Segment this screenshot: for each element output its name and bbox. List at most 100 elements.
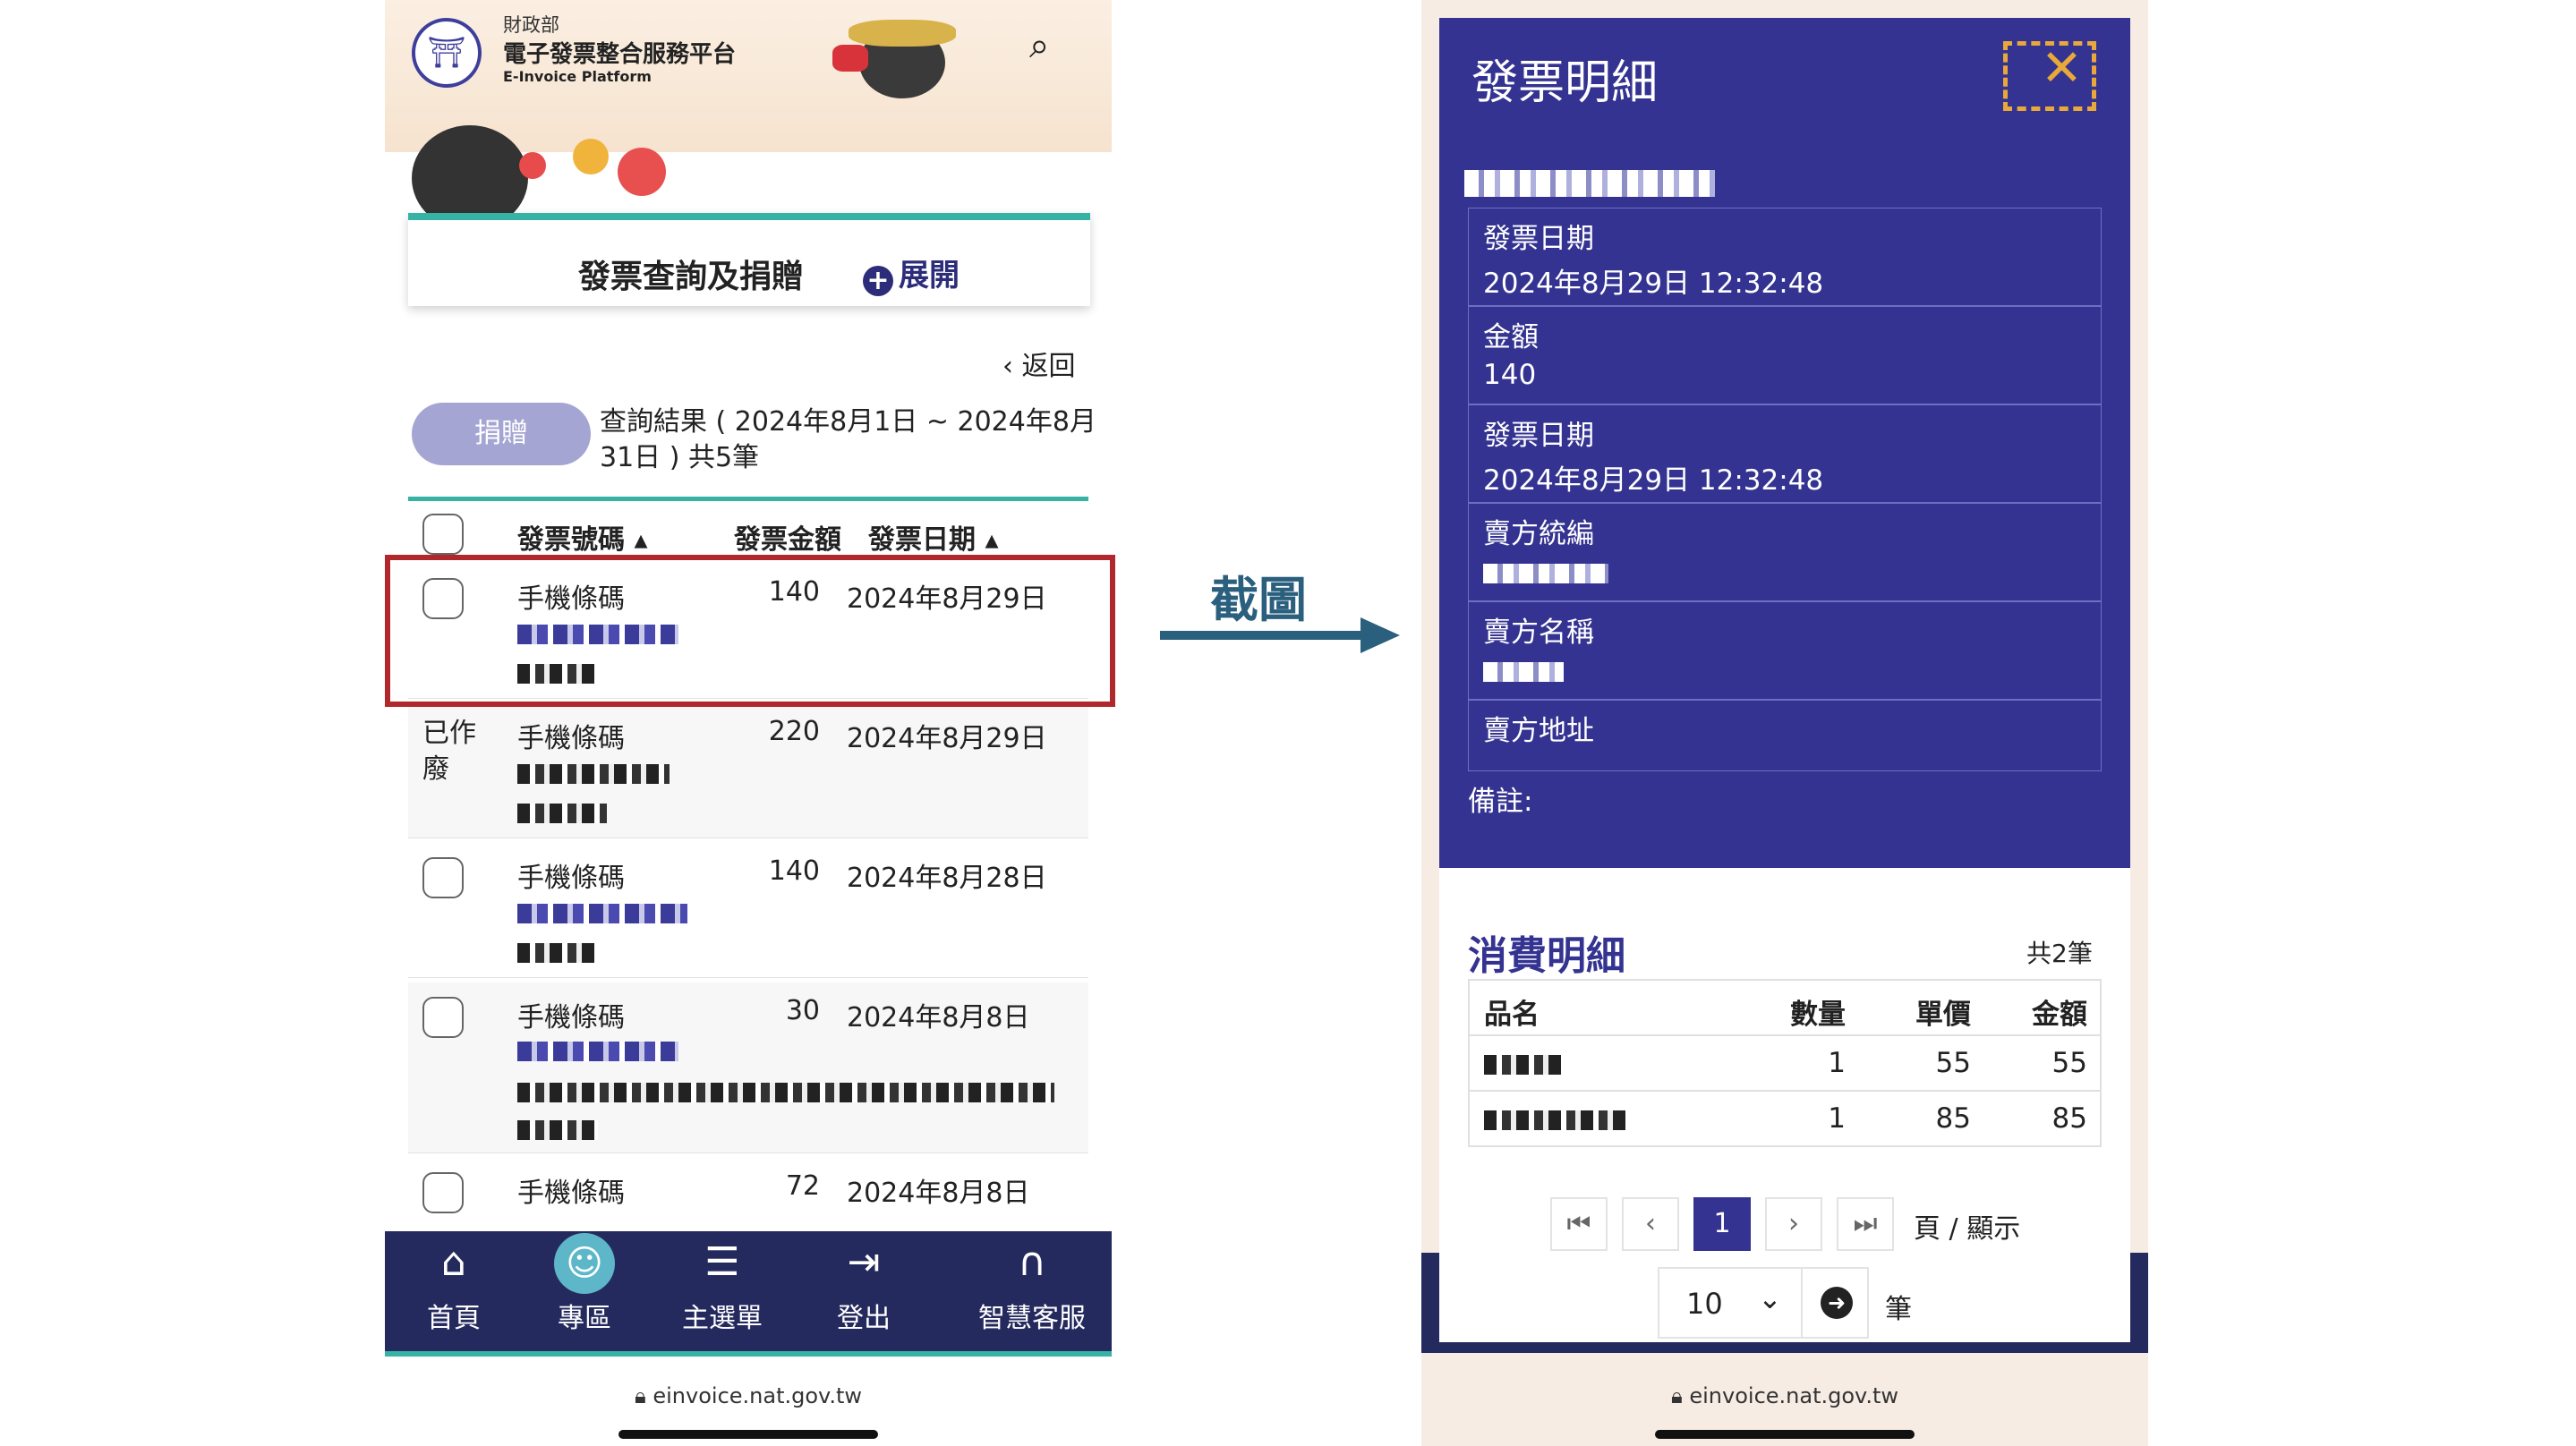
home-icon: ⌂ — [441, 1239, 466, 1285]
note-label: 備註: — [1468, 786, 1533, 818]
platform-name-en: E-Invoice Platform — [503, 68, 652, 85]
table-row[interactable]: 已作廢 手機條碼 220 2024年8月29日 — [408, 703, 1088, 838]
consumption-table: 品名 數量 單價 金額 1 55 55 1 85 85 — [1468, 979, 2102, 1147]
search-icon[interactable]: ⌕ — [1029, 25, 1049, 66]
logout-icon: ⇥ — [847, 1239, 881, 1285]
per-page-select[interactable]: 10 ⌄ ➜ — [1658, 1267, 1869, 1339]
unit-label: 筆 — [1885, 1294, 1912, 1325]
home-indicator — [618, 1430, 878, 1439]
consumption-title: 消費明細 — [1468, 933, 1625, 979]
mascot-hat — [849, 20, 956, 47]
row-date: 2024年8月8日 — [847, 1002, 1030, 1033]
field-seller-address: 賣方地址 — [1468, 700, 2102, 771]
home-indicator — [1655, 1430, 1915, 1439]
row-amount: 140 — [768, 855, 820, 887]
nav-home[interactable]: ⌂ 首頁 — [396, 1231, 512, 1335]
ministry-name: 財政部 — [503, 14, 559, 36]
first-page-button[interactable]: ⏮ — [1550, 1197, 1608, 1251]
row-date: 2024年8月28日 — [847, 863, 1047, 894]
table-row[interactable]: 手機條碼 140 2024年8月28日 — [408, 843, 1088, 978]
prev-page-button[interactable]: ‹ — [1622, 1197, 1679, 1251]
row-type: 手機條碼 — [517, 863, 625, 894]
next-page-button[interactable]: › — [1765, 1197, 1822, 1251]
arrow-right-circle-icon: ➜ — [1821, 1287, 1853, 1319]
field-amount: 金額 140 — [1468, 306, 2102, 404]
row-amount: 220 — [768, 716, 820, 747]
row-type: 手機條碼 — [517, 1178, 625, 1209]
go-button[interactable]: ➜ — [1801, 1269, 1869, 1337]
expand-button[interactable]: + 展開 — [863, 251, 960, 296]
table-divider — [408, 497, 1088, 501]
redacted-invoice-number — [517, 1041, 678, 1061]
invoice-detail-modal: 發票明細 ✕ 發票日期 2024年8月29日 12:32:48 金額 140 發票日… — [1439, 18, 2130, 1342]
donate-button[interactable]: 捐贈 — [412, 403, 591, 465]
select-all-checkbox[interactable] — [422, 514, 464, 555]
menu-icon: ☰ — [704, 1239, 740, 1285]
nav-main-menu[interactable]: ☰ 主選單 — [664, 1231, 780, 1335]
header-invoice-date[interactable]: 發票日期 ▴ — [868, 517, 999, 557]
redacted-item-name — [1484, 1110, 1627, 1130]
table-row[interactable]: 手機條碼 72 2024年8月8日 — [408, 1158, 1088, 1239]
field-invoice-date-2: 發票日期 2024年8月29日 12:32:48 — [1468, 404, 2102, 503]
balloon-icon — [573, 139, 609, 174]
row-type: 手機條碼 — [517, 1002, 625, 1033]
redacted-seller-name — [1483, 661, 1564, 682]
table-row[interactable]: 手機條碼 30 2024年8月8日 — [408, 982, 1088, 1153]
redacted-item-name — [1484, 1054, 1565, 1075]
header-invoice-number[interactable]: 發票號碼 ▴ — [517, 517, 648, 557]
consumption-count: 共2筆 — [2026, 939, 2093, 968]
redacted-seller — [517, 1119, 598, 1140]
result-summary: 查詢結果 ( 2024年8月1日 ~ 2024年8月31日 ) 共5筆 — [600, 406, 1096, 473]
modal-header-panel: 發票明細 ✕ 發票日期 2024年8月29日 12:32:48 金額 140 發票日… — [1439, 18, 2130, 868]
nav-logout[interactable]: ⇥ 登出 — [806, 1231, 922, 1335]
nav-zone[interactable]: ☺ 專區 — [526, 1231, 643, 1335]
browser-url[interactable]: 🔒︎ einvoice.nat.gov.tw — [1421, 1383, 2148, 1408]
sort-up-icon[interactable]: ▴ — [985, 524, 998, 556]
back-link[interactable]: ‹ 返回 — [1002, 344, 1076, 383]
table-header-row: 品名 數量 單價 金額 — [1470, 981, 2100, 1036]
row-date: 2024年8月8日 — [847, 1178, 1030, 1209]
redacted-invoice-number — [517, 903, 687, 923]
balloon-icon — [618, 148, 666, 196]
headset-icon: ∩ — [1017, 1239, 1047, 1285]
row-checkbox[interactable] — [422, 997, 464, 1038]
redacted-seller — [517, 803, 607, 823]
header-invoice-amount[interactable]: 發票金額 — [734, 517, 841, 557]
row-status: 已作廢 — [422, 718, 476, 785]
sort-up-icon[interactable]: ▴ — [634, 524, 647, 556]
ministry-logo[interactable]: ⛩ — [412, 18, 482, 88]
lock-icon: 🔒︎ — [634, 1383, 646, 1408]
field-invoice-date: 發票日期 2024年8月29日 12:32:48 — [1468, 208, 2102, 306]
plus-circle-icon: + — [863, 266, 893, 296]
bottom-nav: ⌂ 首頁 ☺ 專區 ☰ 主選單 ⇥ 登出 ∩ 智慧客服 — [385, 1231, 1112, 1357]
expand-label: 展開 — [899, 258, 960, 293]
page-button-current[interactable]: 1 — [1693, 1197, 1751, 1251]
row-type: 手機條碼 — [517, 723, 625, 754]
banner-title: 發票查詢及捐贈 — [578, 259, 805, 295]
row-date: 2024年8月29日 — [847, 723, 1047, 754]
field-seller-name: 賣方名稱 — [1468, 601, 2102, 700]
redacted-invoice-number — [1464, 170, 1715, 197]
modal-title: 發票明細 — [1471, 56, 1659, 110]
redacted-invoice-number — [517, 763, 670, 784]
arrow-head-icon — [1361, 617, 1400, 653]
back-label: 返回 — [1021, 351, 1076, 382]
screenshot-label: 截圖 — [1210, 572, 1307, 628]
last-page-button[interactable]: ⏭ — [1837, 1197, 1894, 1251]
table-row: 1 85 85 — [1470, 1092, 2100, 1145]
row-amount: 72 — [785, 1170, 820, 1202]
people-icon: ☺ — [554, 1233, 615, 1294]
nav-smart-service[interactable]: ∩ 智慧客服 — [965, 1231, 1099, 1335]
row-checkbox[interactable] — [422, 857, 464, 898]
field-seller-id: 賣方統編 — [1468, 503, 2102, 601]
redacted-seller-id — [1483, 563, 1608, 583]
page-label: 頁 / 顯示 — [1914, 1213, 2021, 1245]
query-banner: 發票查詢及捐贈 + 展開 — [408, 213, 1090, 306]
row-amount: 30 — [785, 995, 820, 1026]
redacted-seller — [517, 942, 598, 963]
close-icon[interactable]: ✕ — [2041, 39, 2083, 98]
highlight-box — [385, 555, 1115, 707]
browser-url[interactable]: 🔒︎ einvoice.nat.gov.tw — [385, 1383, 1112, 1408]
redacted-seller — [517, 1082, 1054, 1102]
row-checkbox[interactable] — [422, 1172, 464, 1213]
